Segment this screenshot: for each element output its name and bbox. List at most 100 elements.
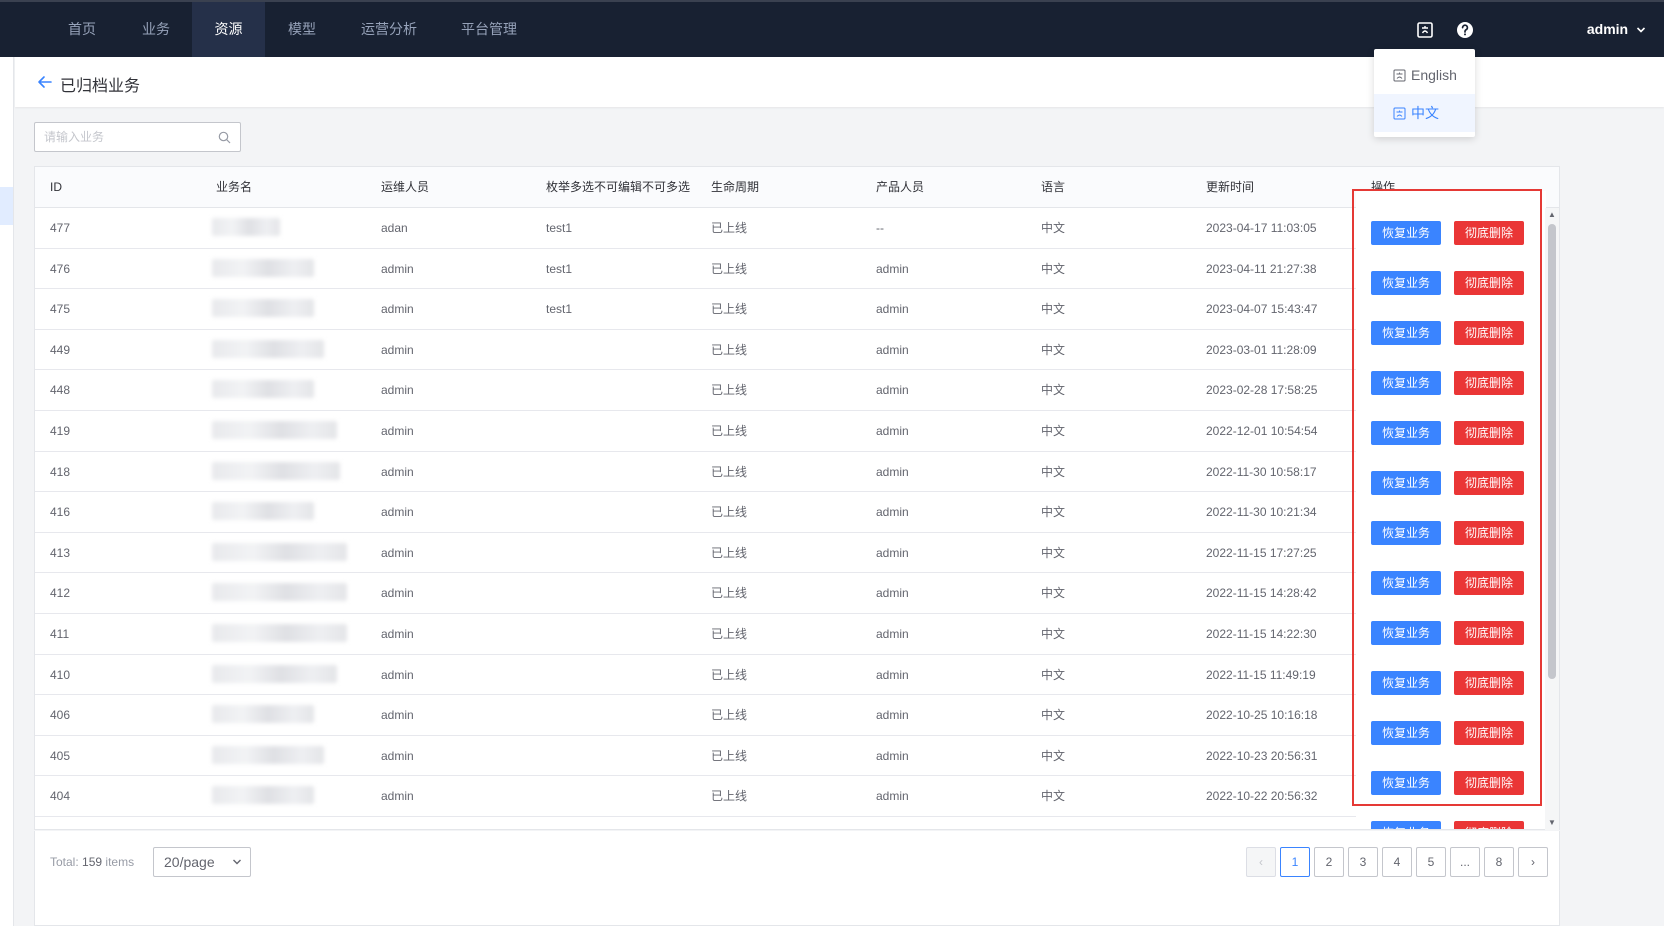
restore-business-button[interactable]: 恢复业务 bbox=[1371, 221, 1441, 245]
cell-updated-time: 2023-04-07 15:43:47 bbox=[1206, 302, 1318, 317]
scroll-up-arrow-icon[interactable]: ▲ bbox=[1547, 210, 1557, 220]
cell-updated-time: 2022-11-15 14:22:30 bbox=[1206, 627, 1317, 641]
table-header: ID 业务名 运维人员 枚举多选不可编辑不可多选 生命周期 产品人员 语言 更新… bbox=[35, 167, 1559, 208]
restore-business-button[interactable]: 恢复业务 bbox=[1371, 421, 1441, 445]
permanent-delete-button[interactable]: 彻底删除 bbox=[1454, 671, 1524, 695]
permanent-delete-button[interactable]: 彻底删除 bbox=[1454, 421, 1524, 445]
restore-business-button[interactable]: 恢复业务 bbox=[1371, 321, 1441, 345]
cell-id: 411 bbox=[50, 627, 70, 641]
page-button-3[interactable]: 3 bbox=[1348, 847, 1378, 877]
restore-business-button[interactable]: 恢复业务 bbox=[1371, 521, 1441, 545]
permanent-delete-button[interactable]: 彻底删除 bbox=[1454, 621, 1524, 645]
column-header-product-owner[interactable]: 产品人员 bbox=[876, 167, 924, 208]
cell-updated-time: 2023-03-01 11:28:09 bbox=[1206, 342, 1317, 357]
permanent-delete-button[interactable]: 彻底删除 bbox=[1454, 321, 1524, 345]
column-header-id[interactable]: ID bbox=[50, 167, 62, 208]
cell-product-owner: admin bbox=[876, 342, 909, 357]
language-switch-icon[interactable] bbox=[1415, 20, 1435, 40]
cell-language: 中文 bbox=[1041, 424, 1066, 438]
cell-id: 477 bbox=[50, 221, 71, 235]
table-row: 405 admin 已上线 admin 中文 2022-10-23 20:56:31 bbox=[35, 736, 1547, 777]
cell-updated-time: 2023-02-28 17:58:25 bbox=[1206, 383, 1318, 398]
cell-id: 413 bbox=[50, 545, 71, 560]
user-name: admin bbox=[1586, 21, 1629, 37]
cell-language: 中文 bbox=[1041, 586, 1066, 601]
nav-item-analytics[interactable]: 运营分析 bbox=[348, 2, 430, 57]
restore-business-button[interactable]: 恢复业务 bbox=[1371, 671, 1441, 695]
permanent-delete-button[interactable]: 彻底删除 bbox=[1454, 721, 1524, 745]
cell-id: 475 bbox=[50, 302, 71, 317]
nav-item-business[interactable]: 业务 bbox=[124, 2, 188, 57]
permanent-delete-button[interactable]: 彻底删除 bbox=[1454, 571, 1524, 595]
cell-lifecycle: 已上线 bbox=[711, 708, 748, 723]
restore-business-button[interactable]: 恢复业务 bbox=[1371, 721, 1441, 745]
cell-language: 中文 bbox=[1041, 302, 1066, 317]
cell-enum: test1 bbox=[546, 221, 573, 235]
page-size-select[interactable]: 20/page bbox=[153, 847, 251, 877]
business-name-redacted bbox=[212, 380, 314, 399]
column-header-updated-time[interactable]: 更新时间 bbox=[1206, 167, 1254, 208]
prev-page-button[interactable]: ‹ bbox=[1246, 847, 1276, 877]
scroll-down-arrow-icon[interactable]: ▼ bbox=[1547, 818, 1557, 828]
permanent-delete-button[interactable]: 彻底删除 bbox=[1454, 821, 1524, 829]
operations-column: 恢复业务 彻底删除 恢复业务 彻底删除 恢复业务 彻底删除 恢复业务 彻底删除 恢复业务 彻底删除… bbox=[1356, 191, 1546, 829]
cell-id: 410 bbox=[50, 667, 71, 682]
permanent-delete-button[interactable]: 彻底删除 bbox=[1454, 221, 1524, 245]
page-button-4[interactable]: 4 bbox=[1382, 847, 1412, 877]
page-ellipsis-button[interactable]: ... bbox=[1450, 847, 1480, 877]
help-icon[interactable] bbox=[1455, 20, 1475, 40]
cell-product-owner: admin bbox=[876, 464, 909, 479]
permanent-delete-button[interactable]: 彻底删除 bbox=[1454, 771, 1524, 795]
permanent-delete-button[interactable]: 彻底删除 bbox=[1454, 471, 1524, 495]
column-header-enum-multiselect[interactable]: 枚举多选不可编辑不可多选 bbox=[546, 167, 690, 208]
scrollbar-thumb[interactable] bbox=[1548, 224, 1556, 679]
permanent-delete-button[interactable]: 彻底删除 bbox=[1454, 271, 1524, 295]
business-name-redacted bbox=[212, 258, 314, 277]
cell-language: 中文 bbox=[1041, 383, 1066, 398]
language-option-label: English bbox=[1411, 67, 1457, 83]
cell-maintainer: admin bbox=[381, 748, 414, 763]
business-name-redacted bbox=[212, 339, 324, 358]
restore-business-button[interactable]: 恢复业务 bbox=[1371, 271, 1441, 295]
cell-maintainer: admin bbox=[381, 667, 414, 682]
user-menu[interactable]: admin bbox=[1587, 2, 1646, 57]
language-option-chinese[interactable]: 中文 bbox=[1374, 94, 1475, 132]
cell-product-owner: admin bbox=[876, 748, 909, 763]
table-row: 475 admin test1 已上线 admin 中文 2023-04-07 15:43:… bbox=[35, 289, 1547, 330]
back-arrow-icon[interactable] bbox=[37, 74, 53, 90]
page-button-2[interactable]: 2 bbox=[1314, 847, 1344, 877]
cell-lifecycle: 已上线 bbox=[711, 586, 748, 601]
search-input[interactable] bbox=[44, 129, 214, 145]
table-scrollbar[interactable]: ▲ ▼ bbox=[1545, 208, 1559, 830]
page-button-1[interactable]: 1 bbox=[1280, 847, 1310, 877]
side-panel-active-marker bbox=[0, 187, 13, 225]
cell-updated-time: 2022-11-15 17:27:25 bbox=[1206, 545, 1317, 560]
page-button-5[interactable]: 5 bbox=[1416, 847, 1446, 877]
table-row: 411 admin 已上线 admin 中文 2022-11-15 14:22:30 bbox=[35, 614, 1547, 655]
restore-business-button[interactable]: 恢复业务 bbox=[1371, 571, 1441, 595]
next-page-button[interactable]: › bbox=[1518, 847, 1548, 877]
column-header-maintainer[interactable]: 运维人员 bbox=[381, 167, 429, 208]
table-row: 413 admin 已上线 admin 中文 2022-11-15 17:27:25 bbox=[35, 533, 1547, 574]
total-count: Total: 159 items bbox=[50, 855, 134, 869]
restore-business-button[interactable]: 恢复业务 bbox=[1371, 471, 1441, 495]
restore-business-button[interactable]: 恢复业务 bbox=[1371, 371, 1441, 395]
permanent-delete-button[interactable]: 彻底删除 bbox=[1454, 371, 1524, 395]
column-header-language[interactable]: 语言 bbox=[1041, 167, 1065, 208]
restore-business-button[interactable]: 恢复业务 bbox=[1371, 821, 1441, 829]
nav-item-home[interactable]: 首页 bbox=[50, 2, 114, 57]
restore-business-button[interactable]: 恢复业务 bbox=[1371, 771, 1441, 795]
nav-item-model[interactable]: 模型 bbox=[270, 2, 334, 57]
permanent-delete-button[interactable]: 彻底删除 bbox=[1454, 521, 1524, 545]
column-header-lifecycle[interactable]: 生命周期 bbox=[711, 167, 759, 208]
cell-product-owner: admin bbox=[876, 667, 909, 682]
nav-item-platform-admin[interactable]: 平台管理 bbox=[450, 2, 528, 57]
cell-product-owner: admin bbox=[876, 302, 909, 317]
nav-item-resources[interactable]: 资源 bbox=[192, 2, 265, 57]
search-icon[interactable] bbox=[218, 131, 231, 144]
cell-id: 406 bbox=[50, 708, 71, 723]
language-option-english[interactable]: English bbox=[1374, 56, 1475, 94]
restore-business-button[interactable]: 恢复业务 bbox=[1371, 621, 1441, 645]
page-button-8[interactable]: 8 bbox=[1484, 847, 1514, 877]
column-header-business-name[interactable]: 业务名 bbox=[216, 167, 252, 208]
